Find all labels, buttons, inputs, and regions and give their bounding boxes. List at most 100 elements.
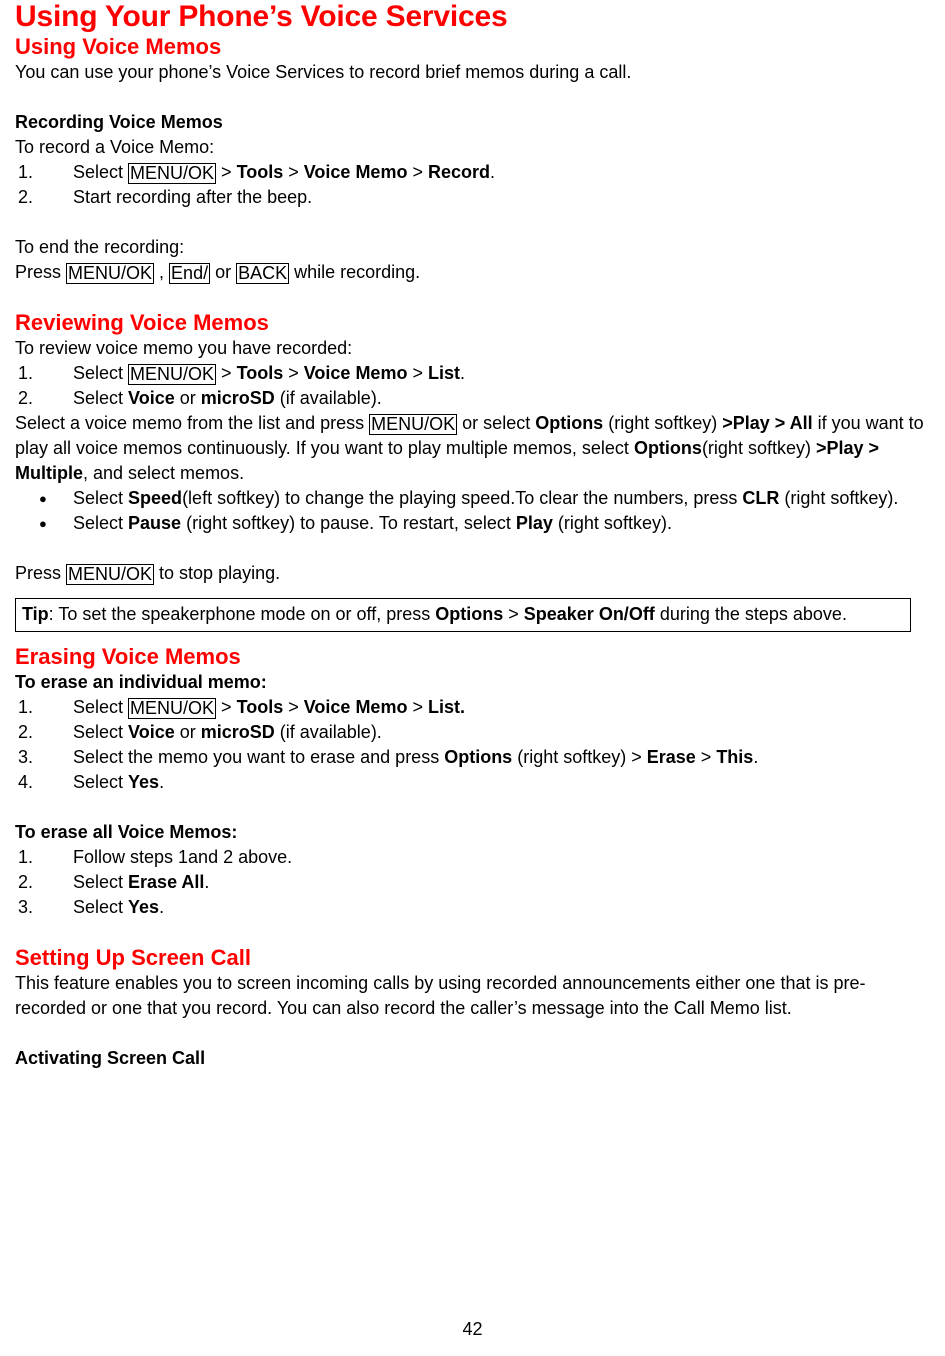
step-text-pre: Select	[73, 363, 129, 383]
tip-sep: >	[503, 604, 524, 624]
step-text-1: Select	[73, 772, 129, 792]
step-number: 2.	[18, 388, 34, 408]
step-text-pre: Select	[73, 388, 129, 408]
step-period: .	[159, 897, 165, 917]
key-end[interactable]: End/	[169, 263, 211, 284]
step-text-3: >	[695, 747, 717, 767]
menu-path-voice-memo: Voice Memo	[303, 363, 408, 383]
step-sep-3: >	[407, 162, 428, 182]
para-text-6: , and select memos.	[83, 463, 245, 483]
key-menu-ok[interactable]: MENU/OK	[66, 564, 155, 585]
step-sep-1: >	[216, 162, 237, 182]
sep-or: or	[174, 722, 201, 742]
key-menu-ok[interactable]: MENU/OK	[66, 263, 155, 284]
step-period: .	[489, 162, 495, 182]
list-item: 1. Select MENU/OK > Tools > Voice Memo > …	[15, 160, 930, 185]
section-heading-screen-call: Setting Up Screen Call	[15, 945, 251, 970]
page-content: Using Your Phone’s Voice Services Using …	[15, 0, 930, 1071]
step-text-post: (if available).	[274, 388, 382, 408]
option-voice: Voice	[128, 722, 175, 742]
key-menu-ok[interactable]: MENU/OK	[128, 698, 217, 719]
list-item: ● Select Speed(left softkey) to change th…	[15, 486, 930, 511]
step-period: .	[159, 772, 165, 792]
list-item: 1. Select MENU/OK > Tools > Voice Memo > …	[15, 695, 930, 720]
menu-path-tools: Tools	[236, 162, 284, 182]
step-period: .	[204, 872, 210, 892]
key-menu-ok[interactable]: MENU/OK	[128, 364, 217, 385]
option-voice: Voice	[128, 388, 175, 408]
menu-path-tools: Tools	[236, 697, 284, 717]
erasing-individual-steps-list: 1. Select MENU/OK > Tools > Voice Memo > …	[15, 695, 930, 795]
stop-line-post: to stop playing.	[154, 563, 281, 583]
option-microsd: microSD	[200, 388, 275, 408]
step-text-2: (right softkey) >	[512, 747, 647, 767]
erasing-individual-lead: To erase an individual memo:	[15, 672, 267, 692]
softkey-play: Play	[515, 513, 553, 533]
list-item: 3. Select the memo you want to erase and …	[15, 745, 930, 770]
tip-text-3: during the steps above.	[654, 604, 847, 624]
subsection-heading-recording: Recording Voice Memos	[15, 112, 223, 132]
press-label: Press	[15, 262, 67, 282]
menu-path-this: This	[716, 747, 754, 767]
menu-path-list: List.	[427, 697, 465, 717]
key-menu-ok[interactable]: MENU/OK	[128, 163, 217, 184]
step-number: 1.	[18, 697, 34, 717]
key-back[interactable]: BACK	[236, 263, 290, 284]
step-text-1: Follow steps 1and 2 above.	[73, 847, 293, 867]
option-microsd: microSD	[200, 722, 275, 742]
step-text-1: Select	[73, 897, 129, 917]
subsection-heading-activating-screen-call: Activating Screen Call	[15, 1048, 206, 1068]
para-text-2: or select	[457, 413, 536, 433]
step-number: 4.	[18, 772, 34, 792]
softkey-options: Options	[435, 604, 504, 624]
step-number: 3.	[18, 747, 34, 767]
step-text-pre: Select	[73, 162, 129, 182]
step-text-pre: Select	[73, 722, 129, 742]
section-heading-using-voice-memos: Using Voice Memos	[15, 34, 222, 59]
list-item: 4. Select Yes.	[15, 770, 930, 795]
menu-path-record: Record	[427, 162, 490, 182]
menu-path-erase-all: Erase All	[128, 872, 205, 892]
step-number: 2.	[18, 187, 34, 207]
menu-path-play-all: >Play > All	[722, 413, 813, 433]
step-text-post: (if available).	[274, 722, 382, 742]
reviewing-steps-list: 1. Select MENU/OK > Tools > Voice Memo > …	[15, 361, 930, 411]
list-item: 2. Select Erase All.	[15, 870, 930, 895]
bullet-text-2: (right softkey) to pause. To restart, se…	[181, 513, 516, 533]
softkey-options: Options	[444, 747, 513, 767]
menu-path-voice-memo: Voice Memo	[303, 162, 408, 182]
menu-path-voice-memo: Voice Memo	[303, 697, 408, 717]
bullet-text-3: (right softkey).	[779, 488, 899, 508]
step-sep-2: >	[283, 162, 304, 182]
tip-callout-box: Tip: To set the speakerphone mode on or …	[15, 598, 911, 632]
para-text-1: Select a voice memo from the list and pr…	[15, 413, 370, 433]
recording-end-line: Press MENU/OK , End/ or BACK while recor…	[15, 260, 930, 285]
step-number: 2.	[18, 722, 34, 742]
list-item: 1. Select MENU/OK > Tools > Voice Memo > …	[15, 361, 930, 386]
recording-lead: To record a Voice Memo:	[15, 137, 215, 157]
softkey-clr: CLR	[742, 488, 780, 508]
sep-or: or	[174, 388, 201, 408]
list-item: 2. Select Voice or microSD (if available)…	[15, 386, 930, 411]
list-item: ● Select Pause (right softkey) to pause. …	[15, 511, 930, 536]
sep-or: or	[210, 262, 237, 282]
step-sep-2: >	[283, 363, 304, 383]
step-sep-3: >	[407, 697, 428, 717]
page-number: 42	[462, 1319, 483, 1339]
menu-path-erase: Erase	[646, 747, 696, 767]
step-text: Start recording after the beep.	[73, 187, 313, 207]
step-number: 1.	[18, 363, 34, 383]
recording-end-lead: To end the recording:	[15, 237, 185, 257]
softkey-speed: Speed	[128, 488, 183, 508]
step-text-pre: Select	[73, 697, 129, 717]
softkey-pause: Pause	[128, 513, 182, 533]
using-voice-memos-intro: You can use your phone’s Voice Services …	[15, 62, 632, 82]
tip-label: Tip	[22, 604, 49, 624]
reviewing-bullet-list: ● Select Speed(left softkey) to change th…	[15, 486, 930, 536]
key-menu-ok[interactable]: MENU/OK	[369, 414, 458, 435]
reviewing-stop-line: Press MENU/OK to stop playing.	[15, 561, 930, 586]
